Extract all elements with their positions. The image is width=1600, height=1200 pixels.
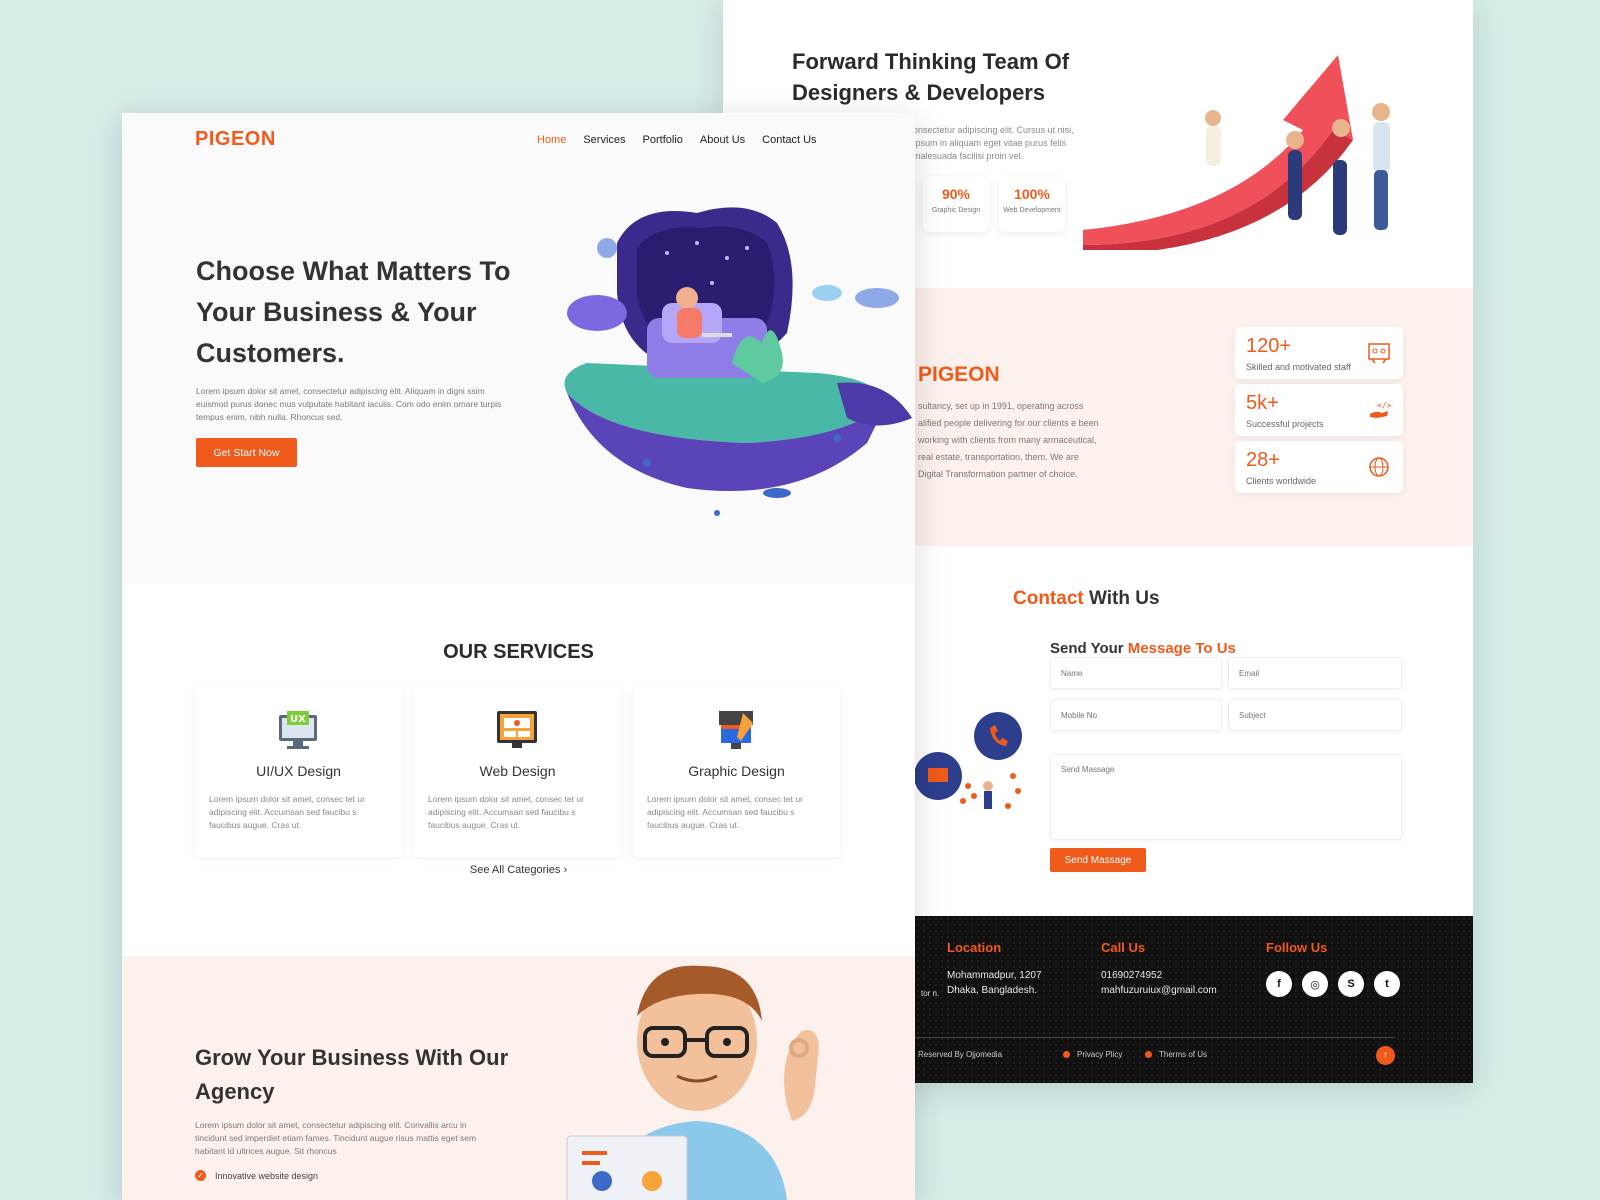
growth-arrow-illustration [1083,55,1390,250]
stat-label: Clients worldwide [1246,476,1317,486]
hero-title: Choose What Matters To Your Business & Y… [196,256,511,368]
service-text: Lorem ipsum dolor sit amet, consec tet u… [647,794,803,830]
footer-location-text: Mohammadpur, 1207 Dhaka, Bangladesh. [947,970,1042,996]
scroll-top-button[interactable]: ↑ [1376,1046,1395,1065]
service-text: Lorem ipsum dolor sit amet, consec tet u… [209,794,365,830]
terms-label: Therms of Us [1159,1050,1208,1059]
team-title: Forward Thinking Team Of Designers & Dev… [792,49,1070,105]
check-icon: ✓ [195,1170,206,1181]
message-field[interactable] [1050,754,1402,840]
bullet-dot-icon [1145,1051,1152,1059]
stat-card-clients: 28+ Clients worldwide [1235,441,1403,493]
footer-copyright: Reserved By Ojjomedia [918,1050,1003,1059]
team-stat-value: 90% [941,186,971,202]
nav-services[interactable]: Services [583,134,625,146]
team-stat-label: Web Development [1003,207,1061,214]
get-started-button[interactable]: Get Start Now [196,438,297,467]
footer-privacy-link[interactable]: Privacy Plicy [1063,1050,1122,1059]
team-text: onsectetur adipiscing elit. Cursus ut ni… [913,125,1074,161]
nav-portfolio[interactable]: Portfolio [643,134,683,146]
contact-title-accent: Contact [1013,588,1084,609]
service-card-graphic[interactable]: Graphic Design Lorem ipsum dolor sit ame… [633,687,840,857]
instagram-icon[interactable]: ◎ [1302,971,1328,997]
footer-phone[interactable]: 01690274952 [1101,968,1162,983]
facebook-icon[interactable]: f [1266,971,1292,997]
grow-text: Lorem ipsum dolor sit amet, consectetur … [195,1120,477,1156]
footer-terms-link[interactable]: Therms of Us [1145,1050,1207,1059]
footer-location-title: Location [947,940,1002,955]
team-stat-web: 100% Web Development [999,176,1065,232]
footer-partial-text: tor n. [921,989,940,998]
code-hand-icon: </> [1370,401,1391,418]
main-nav: Home Services Portfolio About Us Contact… [537,134,817,146]
stat-value: 28+ [1246,449,1280,471]
email-field[interactable] [1228,657,1402,689]
grow-feature-item: ✓ Innovative website design [195,1170,318,1181]
contact-subtitle-plain: Send Your [1050,640,1128,657]
hero-section: PIGEON Home Services Portfolio About Us … [122,113,915,584]
stat-value: 120+ [1246,335,1292,357]
service-name: UI/UX Design [256,763,341,779]
mobile-field[interactable] [1050,699,1222,731]
web-design-icon [497,711,537,748]
twitter-icon[interactable]: t [1374,971,1400,997]
grow-feature-label: Innovative website design [215,1170,319,1181]
svg-text:UX: UX [290,714,306,725]
service-card-web[interactable]: Web Design Lorem ipsum dolor sit amet, c… [414,687,621,857]
stat-card-staff: 120+ Skilled and motivated staff [1235,327,1403,379]
hero-illustration [564,207,912,516]
grow-section: Grow Your Business With Our Agency Lorem… [122,956,915,1200]
stat-label: Successful projects [1246,419,1324,429]
footer-email[interactable]: mahfuzuruiux@gmail.com [1101,983,1217,998]
contact-title: Contact With Us [1013,588,1160,610]
hero-text: Lorem ipsum dolor sit amet, consectetur … [196,386,502,422]
presenter-man-illustration [566,965,819,1200]
nav-home[interactable]: Home [537,134,566,146]
team-board-icon [1368,343,1390,364]
team-stat-graphic: 90% Graphic Design [923,176,989,232]
globe-icon [1369,457,1389,477]
stat-label: Skilled and motivated staff [1246,362,1351,372]
services-title: OUR SERVICES [443,641,594,663]
ux-monitor-icon: UX [279,711,317,749]
nav-contact-us[interactable]: Contact Us [762,134,816,146]
stat-value: 5k+ [1246,392,1279,414]
see-all-categories-link[interactable]: See All Categories › [122,864,915,876]
nav-about-us[interactable]: About Us [700,134,745,146]
stat-card-projects: 5k+ Successful projects </> [1235,384,1403,436]
service-name: Web Design [479,763,556,779]
footer-call-title: Call Us [1101,940,1146,955]
about-title: PIGEON [918,363,1000,386]
svg-text:</>: </> [1377,401,1391,410]
subject-field[interactable] [1228,699,1402,731]
grow-title: Grow Your Business With Our Agency [195,1045,509,1104]
contact-subtitle: Send Your Message To Us [1050,640,1236,657]
footer-follow-title: Follow Us [1266,940,1328,955]
contact-title-rest: With Us [1083,588,1160,609]
team-stat-label: Graphic Design [931,207,981,214]
name-field[interactable] [1050,657,1222,689]
graphic-design-icon [719,711,753,749]
services-section: OUR SERVICES UX UI/UX Design Lorem ipsum… [122,584,915,956]
logo[interactable]: PIGEON [195,128,276,151]
privacy-label: Privacy Plicy [1077,1050,1123,1059]
service-card-uiux[interactable]: UX UI/UX Design Lorem ipsum dolor sit am… [195,687,402,857]
bullet-dot-icon [1063,1051,1070,1059]
send-message-button[interactable]: Send Massage [1050,848,1146,872]
team-stat-value: 100% [1014,186,1050,202]
service-text: Lorem ipsum dolor sit amet, consec tet u… [428,794,584,830]
contact-illustration [914,712,1022,809]
front-page-mockup: PIGEON Home Services Portfolio About Us … [122,113,915,1200]
about-text: sultancy, set up in 1991, operating acro… [918,401,1099,479]
contact-subtitle-accent: Message To Us [1127,640,1236,657]
service-name: Graphic Design [688,763,785,779]
skype-icon[interactable]: S [1338,971,1364,997]
